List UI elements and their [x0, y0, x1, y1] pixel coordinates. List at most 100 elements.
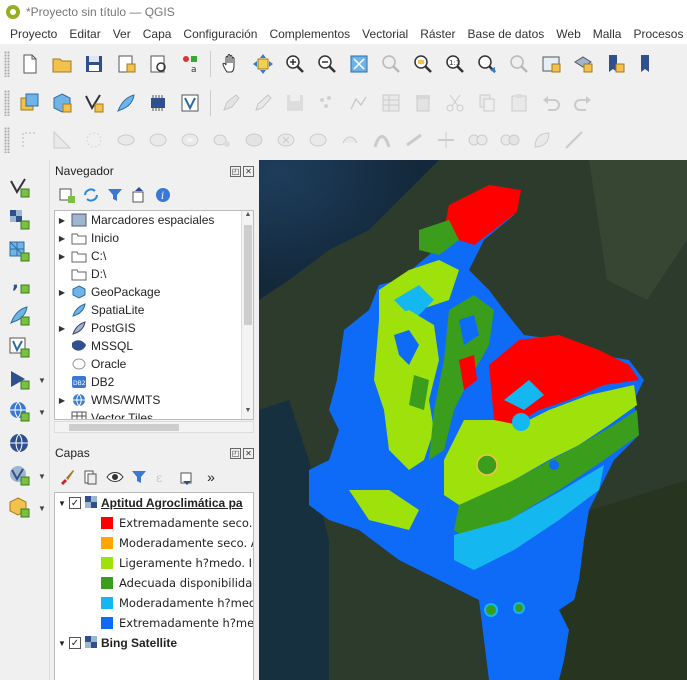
filter-browser-button[interactable]	[105, 185, 125, 205]
menu-base-de-datos[interactable]: Base de datos	[462, 27, 551, 41]
data-source-manager-button[interactable]	[17, 90, 43, 116]
refresh-button[interactable]	[81, 185, 101, 205]
browser-item-bookmarks[interactable]: ▶ Marcadores espaciales	[55, 211, 253, 229]
new-temporary-layer-button[interactable]	[145, 90, 171, 116]
zoom-to-layer-button[interactable]	[410, 51, 436, 77]
offset-curve-button[interactable]	[369, 127, 395, 153]
delete-ring-button[interactable]	[273, 127, 299, 153]
toolbar-grip[interactable]	[4, 89, 10, 116]
pan-map-button[interactable]	[218, 51, 244, 77]
layer-visibility-checkbox[interactable]: ✓	[69, 637, 81, 649]
add-delimited-text-button[interactable]: ,	[6, 270, 32, 296]
add-vector-layer-button[interactable]	[6, 174, 32, 200]
browser-vertical-scrollbar[interactable]: ▲ ▼	[241, 211, 253, 419]
cut-features-button[interactable]	[442, 90, 468, 116]
expand-arrow-icon[interactable]: ▶	[55, 234, 69, 243]
layer-row-bing[interactable]: ▼ ✓ Bing Satellite	[55, 633, 253, 653]
split-parts-button[interactable]	[433, 127, 459, 153]
simplify-feature-button[interactable]	[145, 127, 171, 153]
more-tools-button[interactable]: »	[201, 467, 221, 487]
float-panel-button[interactable]: ◰	[230, 165, 241, 177]
menu-web[interactable]: Web	[550, 27, 586, 41]
expand-arrow-icon[interactable]: ▶	[55, 288, 69, 297]
current-edits-button[interactable]	[218, 90, 244, 116]
chevron-down-icon[interactable]: ▼	[38, 376, 46, 385]
menu-malla[interactable]: Malla	[587, 27, 628, 41]
expand-arrow-icon[interactable]: ▶	[55, 396, 69, 405]
manage-map-themes-button[interactable]	[105, 467, 125, 487]
pan-to-selection-button[interactable]	[250, 51, 276, 77]
browser-item-vector-tiles[interactable]: Vector Tiles	[55, 409, 253, 419]
add-geopackage-layer-button[interactable]	[6, 494, 32, 520]
filter-by-expression-button[interactable]: ε	[153, 467, 173, 487]
merge-attributes-button[interactable]	[497, 127, 523, 153]
browser-item-geopackage[interactable]: ▶ GeoPackage	[55, 283, 253, 301]
expand-arrow-icon[interactable]: ▶	[55, 252, 69, 261]
zoom-next-button[interactable]	[506, 51, 532, 77]
layer-visibility-checkbox[interactable]: ✓	[69, 497, 81, 509]
new-geopackage-layer-button[interactable]	[49, 90, 75, 116]
open-project-button[interactable]	[49, 51, 75, 77]
collapse-all-button[interactable]	[129, 185, 149, 205]
add-wms-layer-button[interactable]	[6, 366, 32, 392]
browser-item-oracle[interactable]: Oracle	[55, 355, 253, 373]
rotate-symbols-button[interactable]	[529, 127, 555, 153]
rotate-feature-button[interactable]	[113, 127, 139, 153]
new-spatialite-layer-button[interactable]	[113, 90, 139, 116]
new-3d-view-button[interactable]	[570, 51, 596, 77]
paste-features-button[interactable]	[506, 90, 532, 116]
browser-item-postgis[interactable]: ▶ PostGIS	[55, 319, 253, 337]
advanced-digitizing-button[interactable]	[17, 127, 43, 153]
toolbar-grip[interactable]	[4, 50, 10, 77]
split-features-button[interactable]	[401, 127, 427, 153]
zoom-in-button[interactable]	[282, 51, 308, 77]
map-canvas[interactable]	[259, 160, 687, 680]
add-spatialite-layer-button[interactable]	[6, 302, 32, 328]
add-group-button[interactable]	[81, 467, 101, 487]
menu-complementos[interactable]: Complementos	[263, 27, 356, 41]
add-selected-layers-button[interactable]	[57, 185, 77, 205]
delete-selected-button[interactable]	[410, 90, 436, 116]
style-layer-button[interactable]	[57, 467, 77, 487]
menu-vectorial[interactable]: Vectorial	[356, 27, 414, 41]
show-bookmarks-button[interactable]	[634, 51, 660, 77]
collapse-arrow-icon[interactable]: ▼	[55, 639, 69, 648]
browser-item-d-drive[interactable]: D:\	[55, 265, 253, 283]
zoom-native-button[interactable]: 1:1	[442, 51, 468, 77]
add-virtual-layer-button[interactable]	[6, 334, 32, 360]
browser-item-home[interactable]: ▶ Inicio	[55, 229, 253, 247]
scrollbar-thumb[interactable]	[244, 225, 252, 325]
delete-part-button[interactable]	[305, 127, 331, 153]
copy-features-button[interactable]	[474, 90, 500, 116]
style-manager-button[interactable]: a	[177, 51, 203, 77]
float-panel-button[interactable]: ◰	[230, 447, 241, 459]
zoom-to-selection-button[interactable]	[378, 51, 404, 77]
menu-configuracion[interactable]: Configuración	[177, 27, 263, 41]
save-edits-button[interactable]	[282, 90, 308, 116]
scroll-up-icon[interactable]: ▲	[242, 211, 253, 223]
add-part-button[interactable]	[209, 127, 235, 153]
browser-item-db2[interactable]: DB2 DB2	[55, 373, 253, 391]
zoom-last-button[interactable]	[474, 51, 500, 77]
add-feature-button[interactable]	[314, 90, 340, 116]
layer-row-aptitud[interactable]: ▼ ✓ Aptitud Agroclimática pa	[55, 493, 253, 513]
menu-proyecto[interactable]: Proyecto	[4, 27, 63, 41]
zoom-out-button[interactable]	[314, 51, 340, 77]
new-map-view-button[interactable]	[538, 51, 564, 77]
browser-horizontal-scrollbar[interactable]	[54, 421, 254, 433]
trim-extend-button[interactable]	[561, 127, 587, 153]
toggle-editing-button[interactable]	[250, 90, 276, 116]
new-project-button[interactable]	[17, 51, 43, 77]
add-ring-button[interactable]	[177, 127, 203, 153]
browser-item-c-drive[interactable]: ▶ C:\	[55, 247, 253, 265]
menu-procesos[interactable]: Procesos	[627, 27, 687, 41]
save-project-button[interactable]	[81, 51, 107, 77]
toolbar-grip[interactable]	[4, 126, 10, 153]
zoom-full-button[interactable]	[346, 51, 372, 77]
browser-item-wms[interactable]: ▶ WMS/WMTS	[55, 391, 253, 409]
browser-item-spatialite[interactable]: SpatiaLite	[55, 301, 253, 319]
vertex-tool-button[interactable]	[346, 90, 372, 116]
menu-capa[interactable]: Capa	[137, 27, 178, 41]
browser-tree[interactable]: ▶ Marcadores espaciales ▶ Inicio ▶ C:\ D:\ …	[54, 210, 254, 420]
expand-arrow-icon[interactable]: ▶	[55, 216, 69, 225]
